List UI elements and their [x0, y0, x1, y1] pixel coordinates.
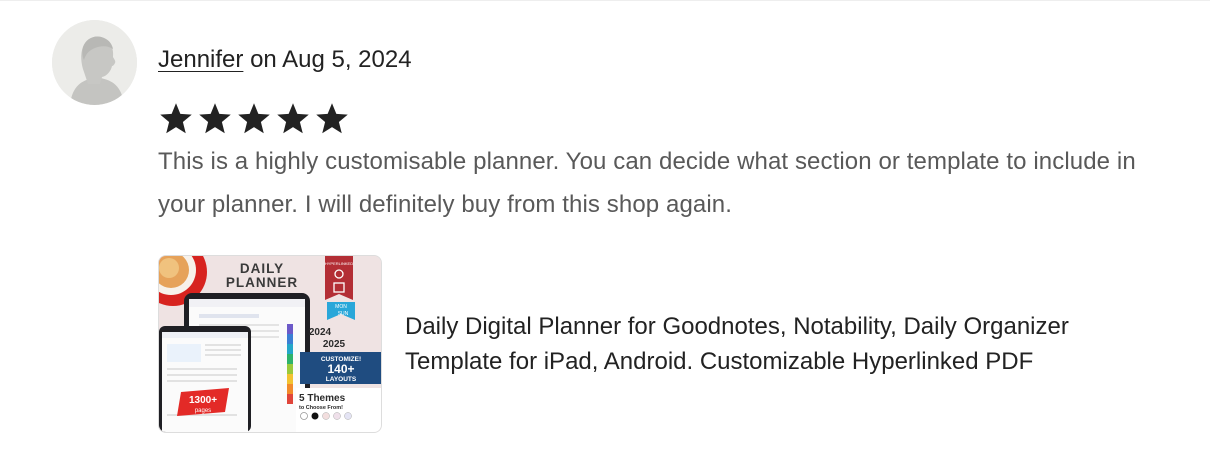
thumb-customize-layouts: LAYOUTS [326, 376, 357, 383]
thumb-badge-mon: MON [335, 304, 347, 310]
thumb-pages-label: pages [195, 408, 211, 414]
avatar [52, 20, 137, 105]
thumb-heading-line2: PLANNER [226, 275, 298, 290]
thumb-badge-sun: SUN [338, 311, 349, 317]
thumb-badge-top: HYPERLINKED [325, 261, 353, 266]
thumb-themes-title: 5 Themes [299, 393, 346, 404]
star-icon [199, 103, 231, 134]
thumb-years-line1: 2024 [309, 327, 332, 338]
thumb-years-line2: 2025 [323, 339, 346, 350]
thumb-customize-count: 140+ [327, 362, 354, 376]
star-icon [277, 103, 309, 134]
star-icon [160, 103, 192, 134]
listing-link[interactable]: DAILY PLANNER HYPERLINKED MON SUN 1300+ … [158, 255, 1165, 433]
star-rating [158, 101, 350, 141]
listing-thumbnail[interactable]: DAILY PLANNER HYPERLINKED MON SUN 1300+ … [158, 255, 382, 433]
reviewer-name-link[interactable]: Jennifer [158, 46, 243, 73]
user-silhouette-icon [52, 20, 137, 105]
thumb-pages-count: 1300+ [189, 395, 217, 406]
listing-title[interactable]: Daily Digital Planner for Goodnotes, Not… [405, 309, 1165, 379]
review-card: Jennifer on Aug 5, 2024 This is a highly… [0, 0, 1210, 472]
thumb-heading-line1: DAILY [240, 261, 284, 276]
review-meta: Jennifer on Aug 5, 2024 [158, 44, 412, 76]
divider [0, 0, 1210, 1]
star-icon [238, 103, 270, 134]
star-icon [316, 103, 348, 134]
review-text: This is a highly customisable planner. Y… [158, 148, 1136, 218]
thumb-themes-subtitle: to Choose From! [299, 405, 343, 411]
review-date: on Aug 5, 2024 [250, 46, 412, 73]
